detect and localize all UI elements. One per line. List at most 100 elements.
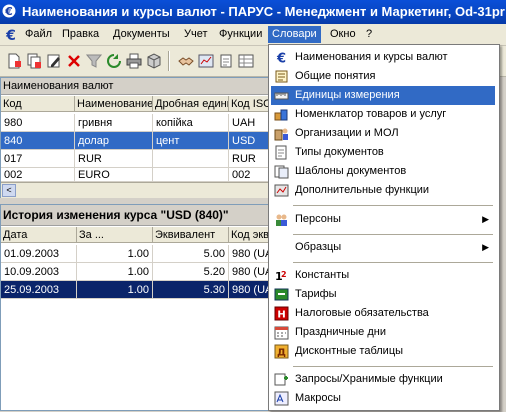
col-header-equiv-code[interactable]: Код эквивалента [229,227,269,243]
table-cell[interactable]: 01.09.2003 [1,245,77,263]
dd-tax[interactable]: Н Налоговые обязательства [271,304,495,323]
table-cell[interactable]: 5.00 [153,245,229,263]
table-cell[interactable]: 5.20 [153,263,229,281]
menu-window[interactable]: Окно [326,26,360,43]
dictionaries-dropdown-menu: € Наименования и курсы валют Общие понят… [268,44,500,411]
macros-icon [274,391,289,406]
dd-nomenclature[interactable]: Номенклатор товаров и услуг [271,105,495,124]
dd-units[interactable]: Единицы измерения [271,86,495,105]
submenu-arrow-icon: ▶ [482,242,489,252]
menu-accounting[interactable]: Учет [180,26,212,43]
table-cell[interactable]: 5.30 [153,281,229,299]
submenu-arrow-icon: ▶ [482,214,489,224]
new-record-icon[interactable] [6,53,22,69]
queries-icon [274,373,288,386]
table-cell[interactable]: 002 [229,168,269,182]
handshake-icon[interactable] [178,53,194,69]
dd-doc-templates[interactable]: Шаблоны документов [271,162,495,181]
col-header-equivalent[interactable]: Эквивалент [153,227,229,243]
ruler-icon [274,92,289,100]
table-cell[interactable]: UAH [229,114,269,132]
menu-documents[interactable]: Документы [109,26,174,43]
templates-icon [274,165,289,179]
dd-persons[interactable]: Персоны ▶ [271,210,495,229]
copy-record-icon[interactable] [26,53,42,69]
currencies-grid: Наименования валют Код Наименование Дроб… [0,77,270,199]
euro-icon: € [2,4,16,18]
menu-help[interactable]: ? [362,26,376,43]
book-icon [275,70,288,83]
table-cell[interactable]: долар [75,132,153,150]
table-cell[interactable]: 25.09.2003 [1,281,77,299]
dd-samples[interactable]: Образцы ▶ [271,238,495,257]
export-icon[interactable] [146,53,162,69]
window-title: Наименования и курсы валют - ПАРУС - Мен… [22,4,505,19]
table-cell[interactable]: гривня [75,114,153,132]
dd-organizations[interactable]: Организации и МОЛ [271,124,495,143]
table-cell[interactable]: 980 [1,114,75,132]
table-cell[interactable]: 002 [1,168,75,182]
table-cell[interactable]: 840 [1,132,75,150]
svg-text:Д: Д [277,348,286,359]
edit-record-icon[interactable] [46,53,62,69]
table-cell[interactable]: USD [229,132,269,150]
dd-constants[interactable]: 12 Константы [271,266,495,285]
menu-edit[interactable]: Правка [58,26,103,43]
table-cell[interactable]: RUR [229,150,269,168]
table-cell[interactable]: RUR [75,150,153,168]
table-cell[interactable]: 980 (UAH) [229,281,269,299]
col-header-name[interactable]: Наименование [75,96,153,112]
dd-currency-names[interactable]: € Наименования и курсы валют [271,48,495,67]
col-header-date[interactable]: Дата [1,227,77,243]
table-cell[interactable]: 980 (UAH) [229,245,269,263]
delete-icon[interactable] [66,53,82,69]
col-header-fraction[interactable]: Дробная единица [153,96,229,112]
table-cell[interactable]: 1.00 [77,263,153,281]
dd-holidays[interactable]: Праздничные дни [271,323,495,342]
dd-queries[interactable]: Запросы/Хранимые функции [271,370,495,389]
dd-macros[interactable]: Макросы [271,389,495,408]
svg-text:2: 2 [281,270,287,279]
table-cell[interactable]: цент [153,132,229,150]
svg-text:€: € [4,5,13,18]
table-cell[interactable]: EURO [75,168,153,182]
menu-file[interactable]: Файл [21,26,56,43]
table-cell[interactable] [153,168,229,182]
svg-text:€: € [5,28,16,43]
refresh-icon[interactable] [106,53,122,69]
menu-dictionaries[interactable]: Словари [268,26,321,43]
euro-icon[interactable]: € [3,27,19,43]
discount-icon: Д [274,344,289,359]
rate-history-grid: История изменения курса "USD (840)" Дата… [0,204,270,411]
tariffs-icon [274,288,289,301]
table-cell[interactable]: 1.00 [77,281,153,299]
dd-general-concepts[interactable]: Общие понятия [271,67,495,86]
dd-extra-functions[interactable]: Дополнительные функции [271,181,495,200]
col-header-code[interactable]: Код [1,96,75,112]
table-cell[interactable] [153,150,229,168]
table-cell[interactable]: 10.09.2003 [1,263,77,281]
horizontal-scrollbar[interactable]: < [1,182,269,198]
menu-functions[interactable]: Функции [215,26,266,43]
constants-icon: 12 [275,270,287,283]
filter-icon[interactable] [86,53,102,69]
dd-doc-types[interactable]: Типы документов [271,143,495,162]
scroll-left-icon[interactable]: < [2,184,16,197]
dd-tariffs[interactable]: Тарифы [271,285,495,304]
table-cell[interactable]: 980 (UAH) [229,263,269,281]
persons-icon [276,214,287,226]
document-icon[interactable] [218,53,234,69]
functions-icon [274,184,289,197]
report-icon[interactable] [198,53,214,69]
goods-icon [274,109,288,121]
table-cell[interactable]: 017 [1,150,75,168]
svg-text:€: € [276,52,286,66]
table-cell[interactable]: 1.00 [77,245,153,263]
table-cell[interactable]: копійка [153,114,229,132]
table-icon[interactable] [238,53,254,69]
document-types-icon [275,145,287,160]
col-header-per[interactable]: За ... [77,227,153,243]
col-header-iso[interactable]: Код ISO [229,96,269,112]
print-icon[interactable] [126,53,142,69]
dd-discount[interactable]: Д Дисконтные таблицы [271,342,495,361]
